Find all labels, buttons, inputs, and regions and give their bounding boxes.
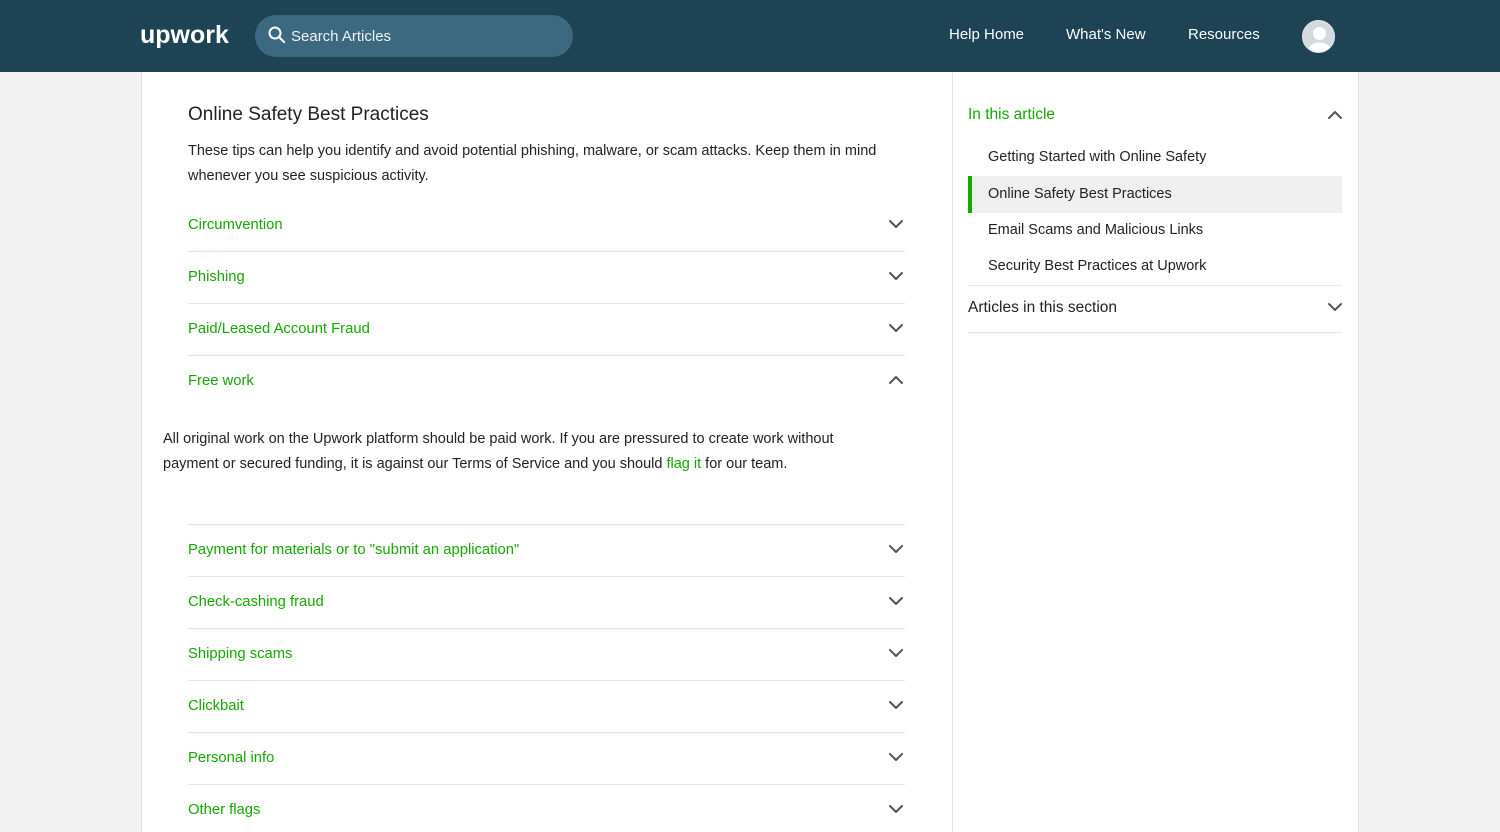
flag-it-link[interactable]: flag it: [666, 456, 701, 472]
accordion-header[interactable]: Clickbait: [188, 680, 905, 732]
accordion-title: Clickbait: [188, 698, 244, 714]
accordion-item-other-flags: Other flags: [188, 784, 905, 832]
accordion-title: Personal info: [188, 750, 275, 766]
nav-resources[interactable]: Resources: [1188, 25, 1260, 45]
divider: [968, 285, 1342, 286]
chevron-down-icon: [889, 753, 903, 761]
nav-whats-new[interactable]: What's New: [1066, 25, 1146, 45]
accordion-title: Other flags: [188, 802, 261, 818]
toc-item-email-scams[interactable]: Email Scams and Malicious Links: [968, 212, 1342, 249]
in-this-article-title: In this article: [968, 106, 1056, 123]
article-panel: Online Safety Best Practices These tips …: [141, 72, 953, 832]
accordion-header[interactable]: Check-cashing fraud: [188, 576, 905, 628]
toc-item-security-best-practices[interactable]: Security Best Practices at Upwork: [968, 248, 1342, 285]
accordion-item-payment-for-materials: Payment for materials or to "submit an a…: [188, 524, 905, 576]
accordion-item-circumvention: Circumvention: [188, 199, 905, 251]
accordion-item-phishing: Phishing: [188, 251, 905, 303]
accordion-item-free-work: Free work: [188, 355, 905, 407]
toc-item-online-safety-best-practices[interactable]: Online Safety Best Practices: [968, 176, 1342, 213]
page-title: Online Safety Best Practices: [188, 104, 429, 125]
chevron-down-icon: [889, 545, 903, 553]
accordion-header[interactable]: Payment for materials or to "submit an a…: [188, 524, 905, 576]
divider: [968, 332, 1342, 333]
chevron-down-icon: [889, 272, 903, 280]
nav-help-home[interactable]: Help Home: [949, 25, 1024, 45]
top-navigation-bar: upwork Help Home What's New Resources: [0, 0, 1500, 72]
accordion-header[interactable]: Free work: [188, 355, 905, 407]
chevron-up-icon: [889, 376, 903, 384]
chevron-down-icon: [889, 220, 903, 228]
articles-in-section-title: Articles in this section: [968, 299, 1118, 316]
accordion-body-free-work: All original work on the Upwork platform…: [163, 427, 843, 477]
accordion-title: Free work: [188, 373, 254, 389]
accordion-item-personal-info: Personal info: [188, 732, 905, 784]
chevron-down-icon: [1328, 303, 1342, 311]
accordion-item-clickbait: Clickbait: [188, 680, 905, 732]
user-icon: [1308, 27, 1331, 52]
accordion-title: Payment for materials or to "submit an a…: [188, 542, 520, 558]
search-icon: [268, 26, 286, 44]
user-avatar[interactable]: [1302, 20, 1335, 53]
accordion-title: Circumvention: [188, 217, 283, 233]
chevron-down-icon: [889, 701, 903, 709]
article-intro: These tips can help you identify and avo…: [188, 143, 877, 184]
accordion-header[interactable]: Personal info: [188, 732, 905, 784]
search-input[interactable]: [291, 15, 561, 57]
accordion-title: Phishing: [188, 269, 245, 285]
upwork-logo-text: upwork: [140, 21, 229, 49]
accordion-item-paid-leased-account-fraud: Paid/Leased Account Fraud: [188, 303, 905, 355]
accordion-item-check-cashing-fraud: Check-cashing fraud: [188, 576, 905, 628]
accordion-item-shipping-scams: Shipping scams: [188, 628, 905, 680]
chevron-down-icon: [889, 597, 903, 605]
accordion-title: Check-cashing fraud: [188, 594, 324, 610]
chevron-down-icon: [889, 324, 903, 332]
accordion-header[interactable]: Paid/Leased Account Fraud: [188, 303, 905, 355]
accordion-header[interactable]: Other flags: [188, 784, 905, 832]
upwork-logo[interactable]: upwork: [140, 18, 240, 54]
article-sidebar: In this article Getting Started with Onl…: [953, 72, 1359, 832]
chevron-down-icon: [889, 805, 903, 813]
chevron-down-icon: [889, 649, 903, 657]
accordion-header[interactable]: Shipping scams: [188, 628, 905, 680]
body-text: for our team.: [701, 456, 788, 472]
accordion-title: Shipping scams: [188, 646, 293, 662]
accordion-header[interactable]: Circumvention: [188, 199, 905, 251]
accordion-title: Paid/Leased Account Fraud: [188, 321, 370, 337]
chevron-up-icon: [1328, 111, 1342, 119]
accordion-header[interactable]: Phishing: [188, 251, 905, 303]
search-box[interactable]: [255, 15, 573, 57]
toc-item-getting-started[interactable]: Getting Started with Online Safety: [968, 139, 1342, 176]
